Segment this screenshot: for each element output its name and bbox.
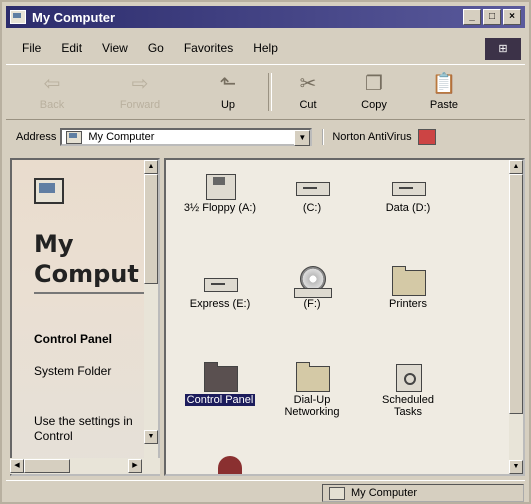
item-printers[interactable]: Printers — [358, 264, 458, 310]
norton-antivirus-button[interactable]: Norton AntiVirus — [322, 129, 436, 145]
address-label: Address — [16, 131, 57, 143]
norton-label: Norton AntiVirus — [332, 131, 412, 143]
paste-icon: 📋 — [431, 73, 457, 95]
menu-go[interactable]: Go — [148, 41, 164, 55]
menu-help[interactable]: Help — [253, 41, 278, 55]
scroll-right-icon[interactable]: ▶ — [128, 459, 142, 473]
selected-item-type: System Folder — [34, 364, 112, 378]
scroll-thumb[interactable] — [509, 174, 523, 414]
my-computer-icon — [329, 486, 345, 500]
copy-label: Copy — [361, 99, 387, 111]
item-label: Scheduled Tasks — [382, 394, 434, 418]
item-scheduled-tasks[interactable]: Scheduled Tasks — [358, 360, 458, 418]
partial-item-icon — [218, 456, 242, 474]
cut-label: Cut — [299, 99, 317, 111]
selected-item-description: Use the settings in Control — [34, 414, 133, 443]
item-control-panel[interactable]: Control Panel — [170, 360, 270, 406]
dialup-icon — [296, 362, 330, 392]
minimize-button[interactable]: _ — [463, 9, 481, 25]
scissors-icon: ✂ — [299, 73, 317, 95]
item-label: Express (E:) — [189, 298, 251, 310]
floppy-drive-icon — [206, 174, 236, 200]
info-pane-hscrollbar[interactable]: ◀ ▶ — [10, 458, 160, 474]
item-c-drive[interactable]: (C:) — [262, 168, 362, 214]
status-bar: My Computer — [6, 480, 525, 503]
my-computer-icon — [10, 10, 26, 24]
chevron-down-icon[interactable]: ▼ — [294, 130, 311, 146]
item-f-drive[interactable]: (F:) — [262, 264, 362, 310]
selected-item-name: Control Panel — [34, 332, 113, 346]
item-label: Dial-Up Networking — [284, 394, 340, 418]
window: My Computer _ □ × File Edit View Go Favo… — [0, 0, 531, 504]
maximize-button[interactable]: □ — [483, 9, 501, 25]
printer-folder-icon — [392, 266, 426, 296]
pane-title-line1: My — [34, 230, 74, 258]
back-arrow-icon: ⇦ — [43, 73, 61, 95]
title-bar[interactable]: My Computer _ □ × — [6, 6, 525, 28]
item-floppy[interactable]: 3½ Floppy (A:) — [170, 168, 270, 214]
scroll-up-icon[interactable]: ▲ — [144, 160, 158, 174]
item-dialup[interactable]: Dial-Up Networking — [262, 360, 362, 418]
control-panel-icon — [204, 362, 238, 392]
forward-button[interactable]: ⇨ Forward — [110, 73, 170, 111]
item-e-drive[interactable]: Express (E:) — [170, 264, 270, 310]
pane-title-line2: Comput — [34, 260, 139, 288]
copy-icon: ❐ — [365, 73, 383, 95]
status-text: My Computer — [351, 487, 418, 499]
paste-label: Paste — [429, 99, 459, 111]
item-label: Data (D:) — [385, 202, 431, 214]
item-label: (F:) — [303, 298, 321, 310]
status-location: My Computer — [322, 484, 524, 502]
menu-file[interactable]: File — [22, 41, 41, 55]
menu-favorites[interactable]: Favorites — [184, 41, 233, 55]
item-d-drive[interactable]: Data (D:) — [358, 168, 458, 214]
hard-drive-icon — [296, 182, 330, 196]
address-bar: Address My Computer ▼ Norton AntiVirus — [6, 124, 525, 150]
forward-arrow-icon: ⇨ — [131, 73, 149, 95]
forward-label: Forward — [119, 99, 161, 111]
menu-view[interactable]: View — [102, 41, 128, 55]
my-computer-icon — [34, 178, 64, 204]
close-button[interactable]: × — [503, 9, 521, 25]
up-button[interactable]: ⬑ Up — [208, 73, 248, 111]
paste-button[interactable]: 📋 Paste — [420, 73, 468, 111]
info-pane-scrollbar[interactable]: ▲ ▼ — [144, 160, 158, 474]
hard-drive-icon — [204, 278, 238, 292]
windows-logo-icon: ⊞ — [485, 38, 521, 60]
item-label: Control Panel — [184, 394, 256, 406]
window-title: My Computer — [32, 9, 116, 25]
address-value: My Computer — [88, 131, 155, 143]
scroll-left-icon[interactable]: ◀ — [10, 459, 24, 473]
info-pane: My Comput Control Panel System Folder Us… — [10, 158, 160, 476]
copy-button[interactable]: ❐ Copy — [352, 73, 396, 111]
item-label: Printers — [389, 298, 427, 310]
back-label: Back — [39, 99, 65, 111]
item-label: 3½ Floppy (A:) — [183, 202, 257, 214]
up-folder-icon: ⬑ — [219, 73, 237, 95]
scroll-down-icon[interactable]: ▼ — [509, 460, 523, 474]
my-computer-icon — [66, 130, 83, 144]
cut-button[interactable]: ✂ Cut — [288, 73, 328, 111]
back-button[interactable]: ⇦ Back — [30, 73, 74, 111]
pane-divider — [34, 292, 152, 294]
toolbar: ⇦ Back ⇨ Forward ⬑ Up ✂ Cut ❐ Copy 📋 Pas… — [6, 64, 525, 120]
address-input[interactable]: My Computer ▼ — [60, 128, 313, 146]
menu-bar: File Edit View Go Favorites Help ⊞ — [6, 36, 525, 60]
menu-edit[interactable]: Edit — [61, 41, 82, 55]
toolbar-separator — [268, 73, 272, 111]
file-view-scrollbar[interactable]: ▲ ▼ — [509, 160, 523, 474]
file-view: 3½ Floppy (A:) (C:) Data (D:) Express (E… — [164, 158, 525, 476]
scroll-thumb[interactable] — [144, 174, 158, 284]
item-label: (C:) — [302, 202, 322, 214]
scheduled-tasks-icon — [396, 364, 422, 392]
norton-icon — [417, 129, 436, 145]
up-label: Up — [220, 99, 236, 111]
scroll-down-icon[interactable]: ▼ — [144, 430, 158, 444]
hard-drive-icon — [392, 182, 426, 196]
hscroll-thumb[interactable] — [24, 459, 70, 473]
scroll-up-icon[interactable]: ▲ — [509, 160, 523, 174]
